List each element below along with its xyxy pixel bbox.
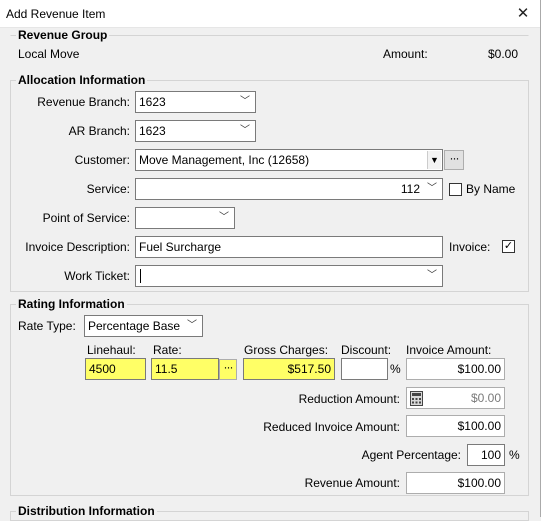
reduction-amount-value: $0.00 [470, 391, 501, 405]
gross-charges-input[interactable]: $517.50 [243, 358, 335, 380]
linehaul-input[interactable]: 4500 [85, 358, 146, 380]
point-of-service-label: Point of Service: [42, 211, 130, 225]
rate-type-value: Percentage Base [88, 319, 181, 333]
customer-lookup-button[interactable]: ··· [444, 150, 464, 170]
window-title: Add Revenue Item [6, 7, 106, 21]
ar-branch-select[interactable]: 1623 ﹀ [135, 120, 256, 142]
caret-down-icon[interactable]: ▼ [427, 151, 441, 169]
by-name-checkbox[interactable] [449, 183, 462, 196]
amount-value: $0.00 [488, 47, 519, 61]
rate-lookup-button[interactable]: ··· [219, 359, 237, 380]
chevron-down-icon: ﹀ [427, 183, 437, 194]
agent-percentage-unit: % [509, 448, 520, 462]
reduction-amount-label: Reduction Amount: [298, 392, 400, 406]
allocation-title: Allocation Information [16, 73, 148, 87]
agent-percentage-label: Agent Percentage: [361, 448, 461, 462]
chevron-down-icon: ﹀ [219, 212, 229, 223]
chevron-down-icon: ﹀ [427, 270, 437, 281]
customer-label: Customer: [74, 153, 130, 167]
agent-percentage-input[interactable]: 100 [467, 444, 505, 466]
gross-charges-value: $517.50 [287, 362, 331, 376]
service-select[interactable]: 112 ﹀ [135, 178, 443, 200]
rate-input[interactable]: 11.5 [151, 358, 219, 380]
chevron-down-icon: ﹀ [240, 96, 250, 107]
discount-label: Discount: [341, 343, 392, 357]
rate-label: Rate: [153, 343, 182, 357]
revenue-amount-value: $100.00 [457, 476, 501, 490]
revenue-group-value: Local Move [18, 47, 80, 61]
invoice-amount-label: Invoice Amount: [406, 343, 492, 357]
invoice-amount-field: $100.00 [406, 358, 505, 380]
customer-value: Move Management, Inc (12658) [139, 153, 310, 167]
invoice-description-input[interactable]: Fuel Surcharge [135, 236, 443, 258]
point-of-service-select[interactable]: ﹀ [135, 207, 235, 229]
revenue-branch-label: Revenue Branch: [37, 95, 130, 109]
agent-percentage-value: 100 [480, 448, 501, 462]
work-ticket-select[interactable]: ﹀ [135, 265, 443, 287]
revenue-group-title: Revenue Group [16, 28, 110, 42]
customer-select[interactable]: Move Management, Inc (12658) ▼ [135, 149, 443, 171]
reduced-invoice-amount-label: Reduced Invoice Amount: [263, 420, 400, 434]
invoice-description-value: Fuel Surcharge [139, 240, 222, 254]
work-ticket-label: Work Ticket: [64, 269, 130, 283]
discount-unit: % [390, 362, 401, 376]
ar-branch-label: AR Branch: [68, 124, 130, 138]
service-label: Service: [86, 182, 130, 196]
reduced-invoice-amount-field: $100.00 [406, 415, 505, 437]
invoice-checkbox[interactable]: ✓ [502, 240, 515, 253]
rating-title: Rating Information [16, 297, 127, 311]
rate-type-select[interactable]: Percentage Base ﹀ [84, 315, 203, 337]
revenue-amount-field: $100.00 [406, 472, 505, 494]
rate-value: 11.5 [155, 362, 178, 376]
linehaul-label: Linehaul: [87, 343, 136, 357]
reduced-invoice-amount-value: $100.00 [457, 419, 501, 433]
amount-label: Amount: [383, 47, 428, 61]
ar-branch-value: 1623 [139, 124, 166, 138]
revenue-amount-label: Revenue Amount: [304, 476, 400, 490]
invoice-description-label: Invoice Description: [25, 240, 130, 254]
rate-type-label: Rate Type: [18, 319, 76, 333]
chevron-down-icon: ﹀ [240, 125, 250, 136]
reduction-amount-field[interactable]: $0.00 [406, 387, 505, 409]
revenue-branch-select[interactable]: 1623 ﹀ [135, 91, 256, 113]
text-cursor [140, 269, 141, 283]
close-icon[interactable]: ✕ [512, 4, 534, 24]
distribution-title: Distribution Information [16, 504, 157, 518]
invoice-amount-value: $100.00 [457, 362, 501, 376]
invoice-label: Invoice: [449, 240, 491, 254]
chevron-down-icon: ﹀ [187, 320, 197, 331]
discount-input[interactable] [341, 358, 388, 380]
revenue-branch-value: 1623 [139, 95, 166, 109]
service-value: 112 [400, 182, 420, 196]
linehaul-value: 4500 [89, 362, 116, 376]
by-name-label: By Name [466, 182, 516, 196]
calculator-icon[interactable] [410, 391, 423, 406]
gross-charges-label: Gross Charges: [244, 343, 329, 357]
